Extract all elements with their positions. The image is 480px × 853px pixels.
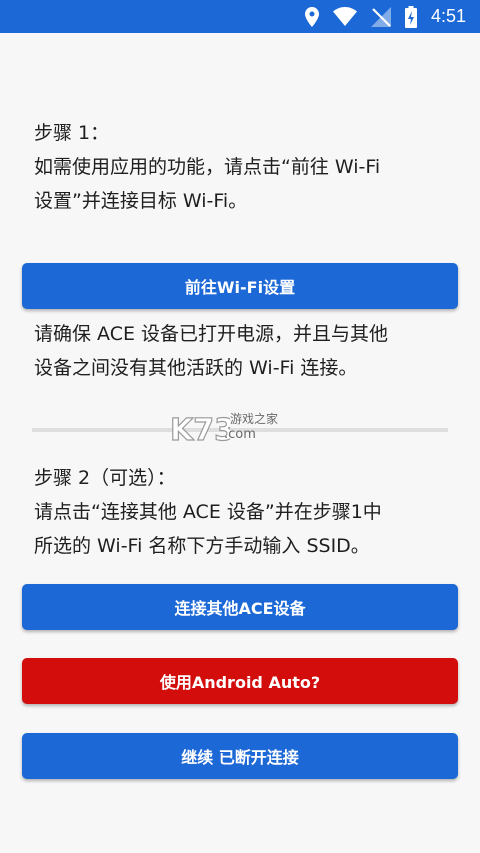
svg-text:K73: K73 <box>170 413 230 446</box>
watermark-text: 游戏之家 <box>230 412 279 426</box>
step1-text: 步骤 1： 如需使用应用的功能，请点击“前往 Wi-Fi 设置”并连接目标 Wi… <box>34 116 454 218</box>
watermark-domain: .com <box>224 427 256 442</box>
step2-title: 步骤 2（可选）： <box>34 467 176 489</box>
power-note-line1: 请确保 ACE 设备已打开电源，并且与其他 <box>34 323 389 345</box>
battery-charging-icon <box>404 5 417 28</box>
watermark-logo: K73 游戏之家 .com <box>169 410 310 449</box>
step2-instruction-line1: 请点击“连接其他 ACE 设备”并在步骤1中 <box>34 501 382 523</box>
step1-instruction-line1: 如需使用应用的功能，请点击“前往 Wi-Fi <box>34 156 381 178</box>
status-time: 4:51 <box>430 6 466 26</box>
wifi-icon <box>332 7 357 26</box>
connect-other-ace-button[interactable]: 连接其他ACE设备 <box>22 584 458 630</box>
power-note-text: 请确保 ACE 设备已打开电源，并且与其他 设备之间没有其他活跃的 Wi-Fi … <box>34 317 454 385</box>
step1-instruction-line2: 设置”并连接目标 Wi-Fi。 <box>34 190 248 212</box>
continue-disconnected-button[interactable]: 继续 已断开连接 <box>22 733 458 779</box>
power-note-line2: 设备之间没有其他活跃的 Wi-Fi 连接。 <box>34 357 358 379</box>
no-signal-icon <box>370 6 391 27</box>
k73-logo-icon: K73 <box>169 412 235 448</box>
location-icon <box>304 6 319 27</box>
step2-instruction-line2: 所选的 Wi-Fi 名称下方手动输入 SSID。 <box>34 535 370 557</box>
step2-text: 步骤 2（可选）： 请点击“连接其他 ACE 设备”并在步骤1中 所选的 Wi-… <box>34 461 454 563</box>
step1-title: 步骤 1： <box>34 122 110 144</box>
status-bar: 4:51 <box>0 0 480 33</box>
android-auto-button[interactable]: 使用Android Auto? <box>22 658 458 704</box>
wifi-settings-button[interactable]: 前往Wi-Fi设置 <box>22 263 458 309</box>
